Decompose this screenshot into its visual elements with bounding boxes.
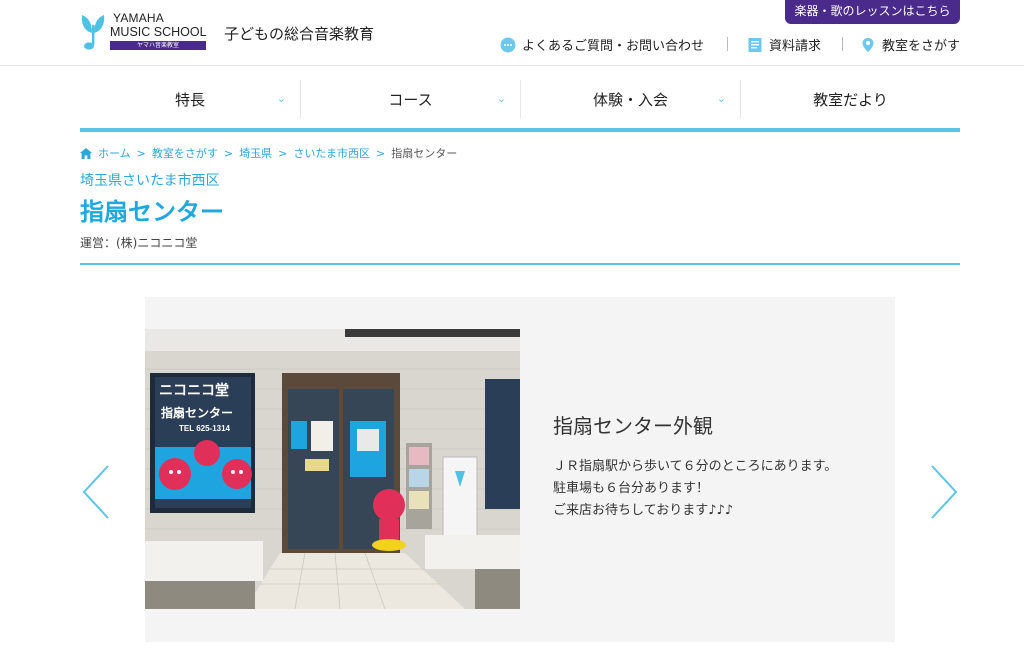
brochure-link[interactable]: 資料請求 (747, 35, 821, 54)
sign-text: 指扇センター (161, 405, 233, 420)
brochure-link-label: 資料請求 (769, 39, 822, 54)
next-arrow-icon[interactable] (928, 462, 960, 522)
chevron-down-icon: ⌄ (276, 92, 286, 105)
find-class-link[interactable]: 教室をさがす (860, 35, 960, 54)
storefront-photo: ニコニコ堂 指扇センター TEL 625-1314 (145, 329, 520, 609)
sign-text: ニコニコ堂 (159, 382, 229, 398)
global-nav: 特長 ⌄ コース ⌄ 体験・入会 ⌄ 教室だより (80, 80, 960, 132)
faq-link-label: よくあるご質問・お問い合わせ (522, 39, 705, 54)
chevron-down-icon: ⌄ (716, 92, 726, 105)
page-title: 指扇センター (80, 198, 224, 226)
site-header: YAMAHA MUSIC SCHOOL ヤマハ音楽教室 子どもの総合音楽教育 楽… (0, 0, 1024, 66)
breadcrumb-separator: > (278, 146, 288, 160)
sign-text: TEL 625-1314 (179, 424, 231, 433)
nav-item-label: コース (388, 90, 433, 109)
nav-item-news[interactable]: 教室だより (740, 80, 960, 118)
operator-label: 運営：(株)ニコニコ堂 (80, 236, 198, 250)
breadcrumb: ホーム > 教室をさがす > 埼玉県 > さいたま市西区 > 指扇センター (80, 145, 457, 161)
slide-text-line: ご来店お待ちしております♪♪♪ (553, 503, 734, 518)
find-class-link-label: 教室をさがす (882, 39, 961, 54)
chat-bubble-icon (500, 37, 516, 52)
breadcrumb-separator: > (376, 146, 386, 160)
divider (727, 37, 728, 51)
prev-arrow-icon[interactable] (80, 462, 112, 522)
home-icon (80, 147, 92, 159)
breadcrumb-separator: > (136, 146, 146, 160)
nav-item-trial[interactable]: 体験・入会 ⌄ (520, 80, 740, 118)
slide-text-line: ＪＲ指扇駅から歩いて６分のところにあります。 (553, 459, 838, 474)
slide: ニコニコ堂 指扇センター TEL 625-1314 指扇センター外観 ＪＲ指扇駅… (145, 297, 895, 642)
tagline: 子どもの総合音楽教育 (224, 25, 375, 43)
breadcrumb-item[interactable]: さいたま市西区 (293, 145, 370, 161)
nav-item-courses[interactable]: コース ⌄ (300, 80, 520, 118)
nav-item-features[interactable]: 特長 ⌄ (80, 80, 300, 118)
document-icon (748, 37, 762, 52)
brand-sub: ヤマハ音楽教室 (110, 41, 206, 50)
divider (842, 37, 843, 51)
divider (80, 263, 960, 265)
breadcrumb-separator: > (223, 146, 234, 160)
faq-link[interactable]: よくあるご質問・お問い合わせ (500, 35, 704, 54)
slide-text-line: 駐車場も６台分あります！ (553, 481, 710, 496)
breadcrumb-item[interactable]: 埼玉県 (239, 145, 272, 161)
slide-description: ＪＲ指扇駅から歩いて６分のところにあります。 駐車場も６台分あります！ ご来店お… (553, 456, 837, 522)
nav-item-label: 教室だより (813, 90, 888, 109)
brand-line1: YAMAHA (113, 11, 164, 25)
chevron-down-icon: ⌄ (496, 92, 506, 105)
nav-item-label: 特長 (174, 90, 205, 109)
breadcrumb-item[interactable]: 教室をさがす (152, 145, 218, 161)
note-leaf-icon (81, 15, 105, 50)
area-label: 埼玉県さいたま市西区 (80, 173, 220, 189)
lesson-link-button[interactable]: 楽器・歌のレッスンはこちら (785, 0, 960, 24)
slide-title: 指扇センター外観 (553, 414, 713, 438)
map-pin-icon (862, 37, 874, 52)
brand-line2: MUSIC SCHOOL (110, 25, 207, 39)
yamaha-music-school-logo[interactable]: YAMAHA MUSIC SCHOOL ヤマハ音楽教室 (80, 11, 210, 53)
nav-item-label: 体験・入会 (592, 90, 668, 109)
breadcrumb-home[interactable]: ホーム (98, 145, 131, 161)
breadcrumb-current: 指扇センター (391, 147, 458, 160)
